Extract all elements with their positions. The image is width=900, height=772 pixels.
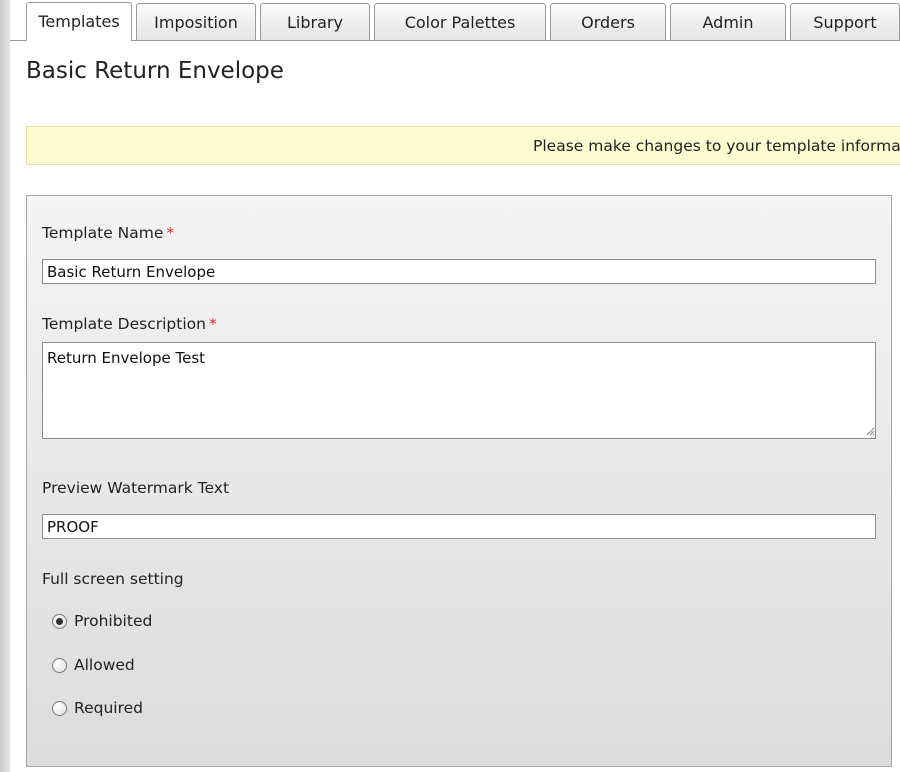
info-notice-banner: Please make changes to your template inf… [26, 126, 900, 165]
left-window-edge [0, 0, 10, 772]
notice-text: Please make changes to your template inf… [533, 137, 900, 155]
template-description-label-text: Template Description [42, 315, 206, 333]
page-title: Basic Return Envelope [26, 58, 284, 84]
tab-admin[interactable]: Admin [670, 3, 786, 40]
radio-label-required: Required [74, 699, 143, 717]
required-asterisk: * [208, 315, 217, 333]
template-name-label-text: Template Name [42, 224, 164, 242]
radio-option-required[interactable]: Required [52, 697, 143, 719]
tab-color-palettes[interactable]: Color Palettes [374, 3, 546, 40]
app-window: Templates Imposition Library Color Palet… [0, 0, 900, 772]
radio-option-prohibited[interactable]: Prohibited [52, 610, 152, 632]
tab-bar: Templates Imposition Library Color Palet… [10, 0, 900, 44]
template-description-label: Template Description * [42, 315, 217, 333]
required-asterisk: * [166, 224, 175, 242]
radio-label-allowed: Allowed [74, 656, 135, 674]
template-name-input[interactable] [42, 259, 876, 284]
watermark-text-input[interactable] [42, 514, 876, 539]
tab-library[interactable]: Library [260, 3, 370, 40]
template-description-wrapper: Return Envelope Test [27, 342, 893, 439]
radio-option-allowed[interactable]: Allowed [52, 654, 135, 676]
tab-imposition[interactable]: Imposition [136, 3, 256, 40]
tab-orders[interactable]: Orders [550, 3, 666, 40]
template-name-label: Template Name * [42, 224, 174, 242]
watermark-label: Preview Watermark Text [42, 479, 230, 497]
tab-templates[interactable]: Templates [26, 2, 132, 41]
template-form-panel: Template Name* Template Description* Ret… [26, 195, 892, 767]
radio-label-prohibited: Prohibited [74, 612, 153, 630]
tab-support[interactable]: Support [790, 3, 900, 40]
radio-unchecked-icon[interactable] [52, 700, 67, 716]
tab-divider [10, 40, 900, 41]
template-description-textarea[interactable]: Return Envelope Test [42, 342, 876, 439]
radio-checked-icon[interactable] [52, 613, 67, 629]
radio-unchecked-icon[interactable] [52, 657, 67, 673]
full-screen-setting-label: Full screen setting [42, 570, 184, 588]
